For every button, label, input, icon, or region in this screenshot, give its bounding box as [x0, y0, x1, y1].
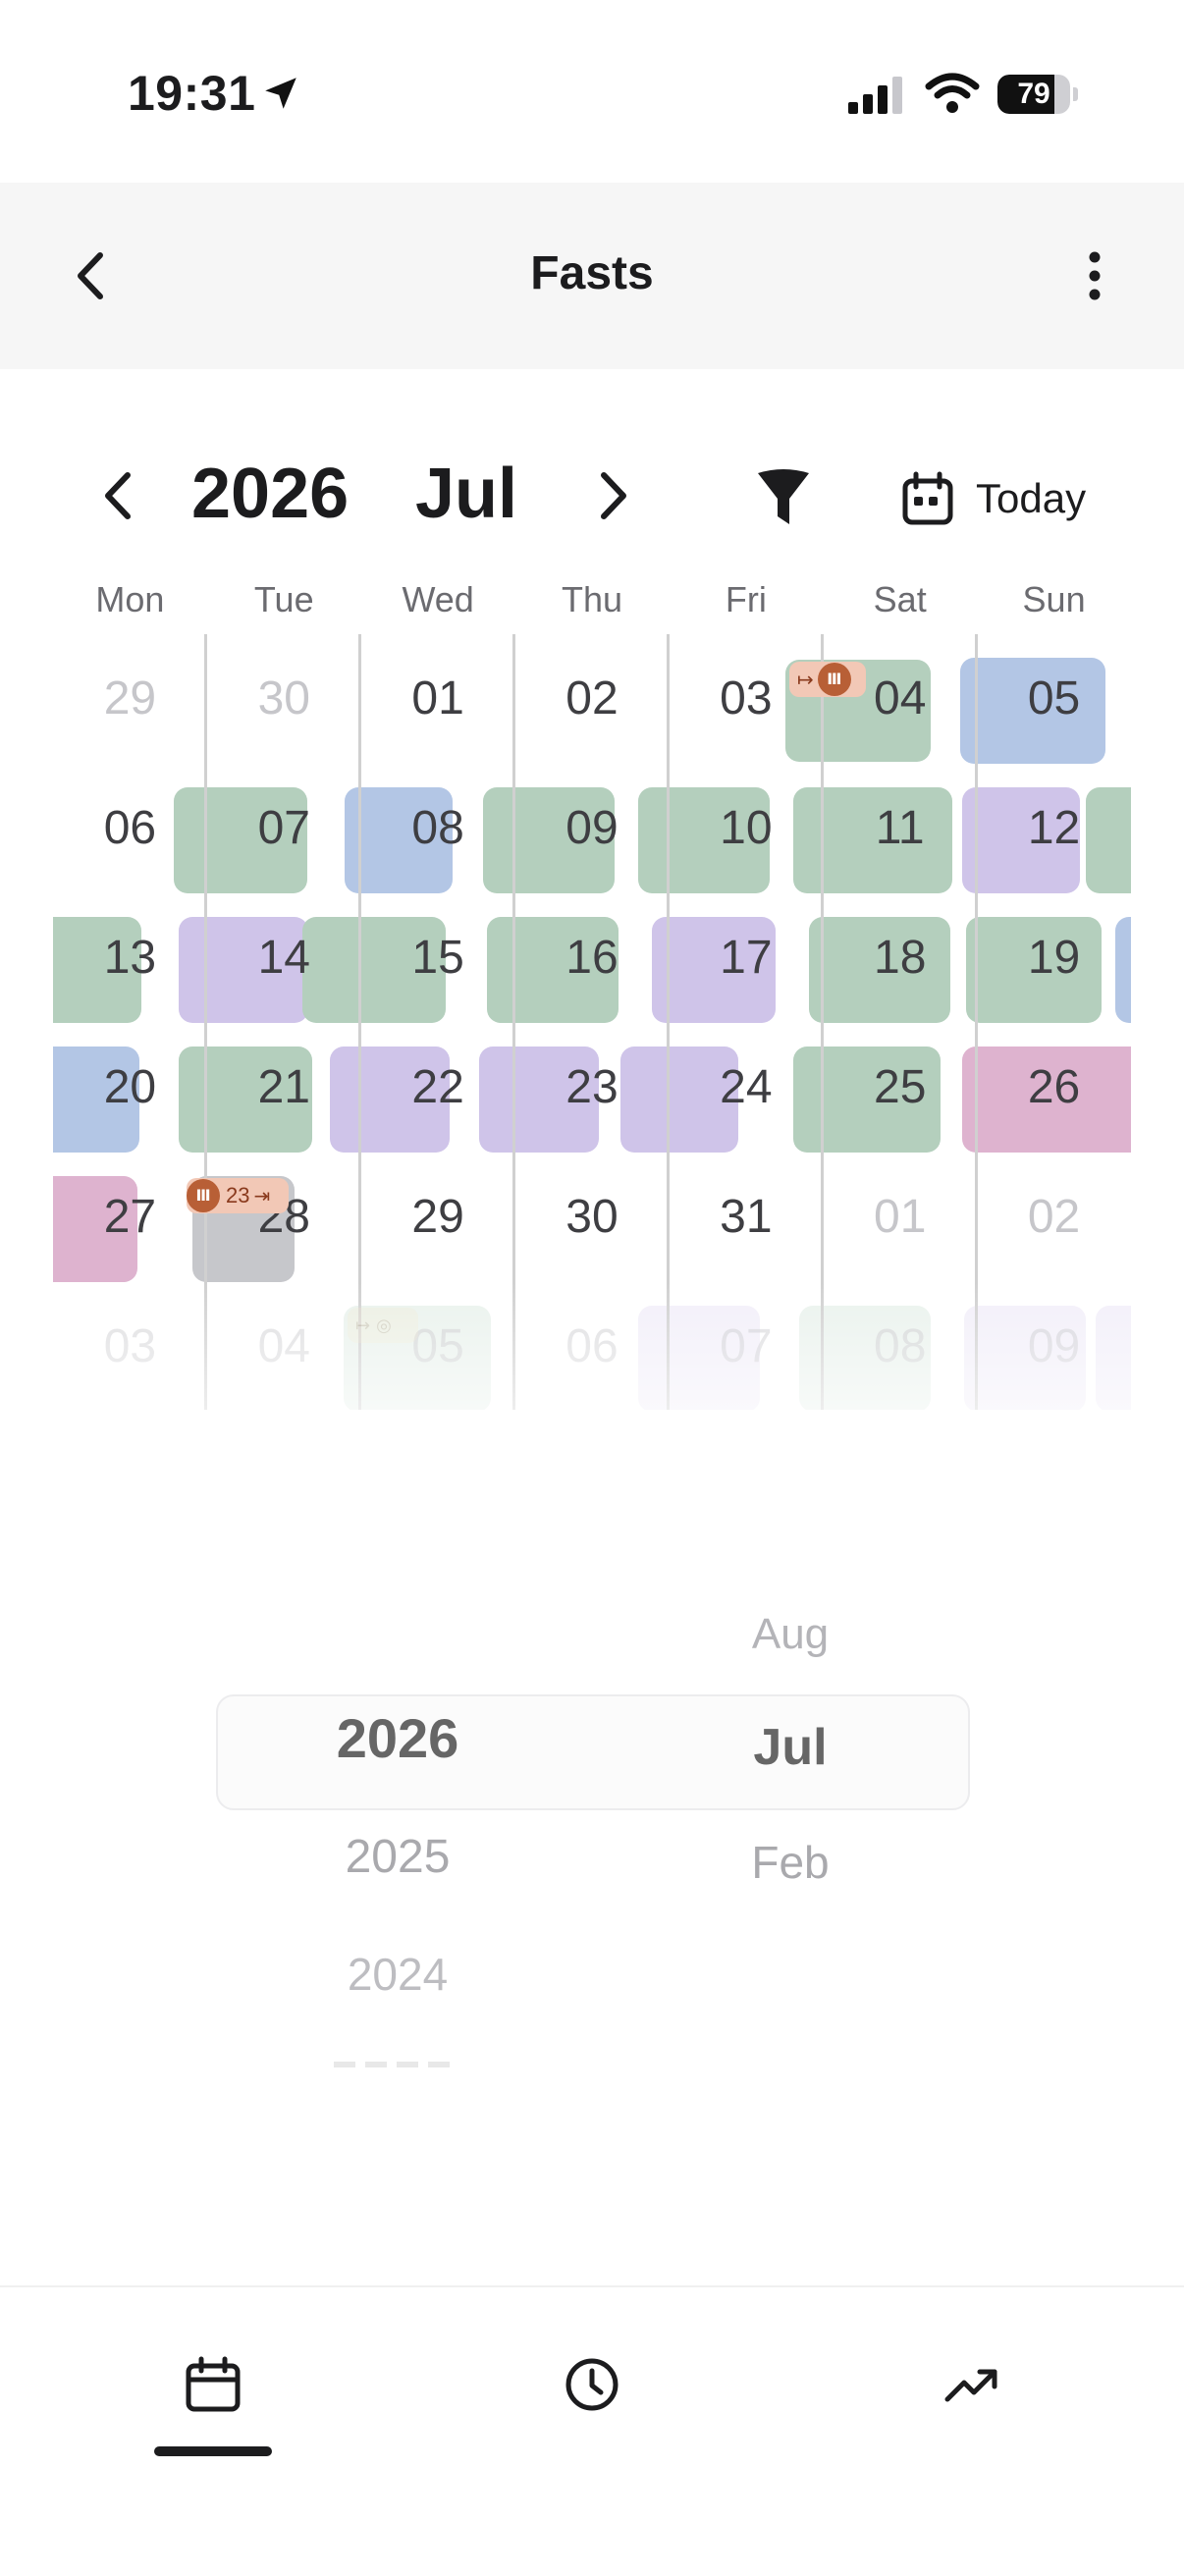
day-cell[interactable]: 08 — [823, 1282, 977, 1410]
weekday-header: Mon Tue Wed Thu Fri Sat Sun — [53, 579, 1131, 634]
day-cell[interactable]: 06 — [515, 1282, 670, 1410]
start-arrow-icon: ↦ — [797, 669, 814, 691]
faded-fast-badge: ↦ ◎ — [348, 1308, 418, 1343]
day-cell[interactable]: 02 — [977, 1153, 1131, 1282]
location-arrow-icon — [265, 78, 296, 109]
current-year[interactable]: 2026 — [191, 454, 349, 534]
more-options-icon[interactable] — [1060, 242, 1129, 310]
calendar-grid: 29 30 01 02 03 04 05 06 07 08 09 10 11 12 13 14 15 16 17 18… — [53, 634, 1131, 1410]
today-button[interactable]: Today — [901, 467, 1086, 530]
trend-up-icon — [944, 2369, 997, 2402]
day-cell[interactable]: 20 — [53, 1023, 207, 1153]
day-cell[interactable]: 03 — [53, 1282, 207, 1410]
day-cell[interactable]: 01 — [823, 1153, 977, 1282]
day-cell[interactable]: 09 — [977, 1282, 1131, 1410]
today-label: Today — [976, 475, 1087, 521]
weekday-sat: Sat — [873, 579, 927, 619]
picker-month-option[interactable]: Aug — [628, 1610, 952, 1659]
weekday-sun: Sun — [1022, 579, 1086, 619]
target-icon: ◎ — [376, 1315, 392, 1335]
calendar-icon — [186, 2356, 241, 2412]
day-cell[interactable]: 29 — [361, 1153, 515, 1282]
status-time: 19:31 — [128, 66, 256, 121]
weekday-mon: Mon — [95, 579, 165, 619]
previous-month-icon[interactable] — [88, 461, 147, 530]
day-cell[interactable]: 16 — [515, 893, 670, 1023]
page-title: Fasts — [530, 247, 654, 299]
day-cell[interactable]: 22 — [361, 1023, 515, 1153]
cellular-signal-icon — [848, 77, 902, 114]
battery-indicator: 79 — [997, 75, 1078, 114]
picker-year-more-dots — [334, 2062, 452, 2067]
day-cell[interactable]: 27 — [53, 1153, 207, 1282]
weekday-tue: Tue — [253, 579, 314, 619]
ongoing-count: 23 — [226, 1183, 250, 1208]
day-cell[interactable]: 07 — [207, 764, 361, 893]
day-cell[interactable]: 09 — [515, 764, 670, 893]
day-cell[interactable]: 02 — [515, 634, 670, 764]
day-cell[interactable]: 18 — [823, 893, 977, 1023]
month-year-picker[interactable]: Aug 2026 Jul 2025 Feb 2024 — [0, 1551, 1184, 2101]
day-cell[interactable]: 14 — [207, 893, 361, 1023]
day-cell[interactable]: 05 — [977, 634, 1131, 764]
day-cell[interactable]: 19 — [977, 893, 1131, 1023]
tab-stats[interactable] — [913, 2356, 1031, 2454]
day-cell[interactable]: 31 — [669, 1153, 823, 1282]
tab-calendar[interactable] — [154, 2356, 272, 2454]
ongoing-fast-badge[interactable]: Ⅲ 23 ⇥ — [187, 1178, 289, 1213]
picker-year-option[interactable]: 2024 — [236, 1948, 560, 2001]
day-cell[interactable]: 10 — [669, 764, 823, 893]
calendar-toolbar: 2026 Jul Today — [0, 432, 1184, 560]
day-cell[interactable]: 05 — [361, 1282, 515, 1410]
day-cell[interactable]: 17 — [669, 893, 823, 1023]
battery-body: 79 — [997, 75, 1070, 114]
day-cell[interactable]: 30 — [515, 1153, 670, 1282]
day-cell[interactable]: 06 — [53, 764, 207, 893]
weekday-wed: Wed — [402, 579, 474, 619]
weekday-fri: Fri — [725, 579, 767, 619]
clock-icon — [565, 2358, 619, 2411]
filter-icon[interactable] — [754, 467, 813, 530]
day-cell[interactable]: 26 — [977, 1023, 1131, 1153]
status-bar: 19:31 79 — [0, 0, 1184, 183]
picker-year-selected[interactable]: 2026 — [236, 1706, 560, 1770]
day-cell[interactable]: 04 — [823, 634, 977, 764]
day-cell[interactable]: 25 — [823, 1023, 977, 1153]
day-cell[interactable]: 23 — [515, 1023, 670, 1153]
day-cell[interactable]: 29 — [53, 634, 207, 764]
pause-dot-icon: Ⅲ — [187, 1179, 220, 1212]
day-cell[interactable]: 01 — [361, 634, 515, 764]
day-cell[interactable]: 13 — [53, 893, 207, 1023]
day-cell[interactable]: 08 — [361, 764, 515, 893]
start-arrow-icon: ↦ — [355, 1315, 371, 1335]
fast-start-badge[interactable]: ↦ Ⅲ — [789, 662, 866, 697]
day-cell[interactable]: 24 — [669, 1023, 823, 1153]
current-month[interactable]: Jul — [415, 454, 517, 534]
picker-month-selected[interactable]: Jul — [628, 1718, 952, 1777]
day-cell[interactable]: 15 — [361, 893, 515, 1023]
day-cell[interactable]: 28 — [207, 1153, 361, 1282]
picker-month-option[interactable]: Feb — [628, 1836, 952, 1889]
tab-timer[interactable] — [533, 2356, 651, 2454]
calendar-today-icon — [902, 471, 953, 525]
day-cell[interactable]: 21 — [207, 1023, 361, 1153]
pause-dot-icon: Ⅲ — [817, 663, 851, 696]
end-arrow-icon: ⇥ — [253, 1185, 271, 1208]
day-cell[interactable]: 07 — [669, 1282, 823, 1410]
picker-year-option[interactable]: 2025 — [236, 1830, 560, 1884]
wifi-icon — [925, 73, 980, 113]
battery-tip — [1073, 87, 1078, 101]
day-cell[interactable]: 30 — [207, 634, 361, 764]
tab-bar — [0, 2285, 1184, 2576]
day-cell[interactable]: 11 — [823, 764, 977, 893]
next-month-icon[interactable] — [584, 461, 643, 530]
nav-header: Fasts — [0, 183, 1184, 369]
active-tab-indicator — [154, 2446, 272, 2456]
day-cell[interactable]: 03 — [669, 634, 823, 764]
battery-level: 79 — [1017, 78, 1050, 110]
day-cell[interactable]: 04 — [207, 1282, 361, 1410]
day-cell[interactable]: 12 — [977, 764, 1131, 893]
weekday-thu: Thu — [561, 579, 622, 619]
